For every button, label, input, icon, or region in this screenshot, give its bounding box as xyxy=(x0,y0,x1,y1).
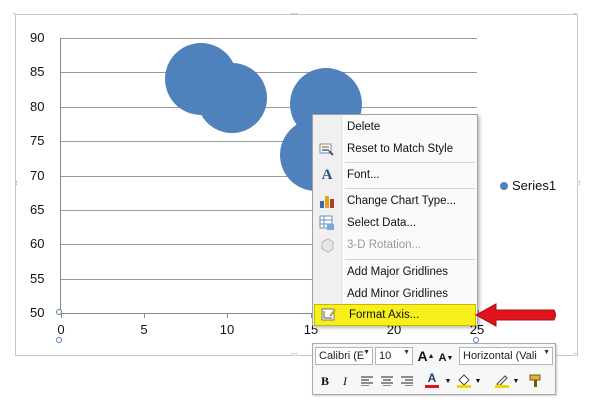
chart-type-icon xyxy=(313,190,341,212)
menu-item-label: Font... xyxy=(347,169,380,181)
top-resize-handle[interactable]: ···· xyxy=(290,10,298,18)
fill-color-button[interactable] xyxy=(455,372,473,390)
menu-item-label: Reset to Match Style xyxy=(347,143,454,155)
pen-icon xyxy=(495,375,509,388)
menu-item-label: Add Major Gridlines xyxy=(347,266,448,278)
legend-marker xyxy=(500,181,508,190)
menu-item-select-data[interactable]: Select Data... xyxy=(313,212,477,234)
align-left-icon xyxy=(361,376,373,386)
blank-icon xyxy=(313,261,341,283)
x-axis-tick-mark xyxy=(144,313,145,318)
font-color-swatch xyxy=(425,385,439,388)
bottom-resize-handle[interactable]: ···· xyxy=(290,350,298,358)
right-resize-handle[interactable]: ··· xyxy=(575,180,584,185)
shrink-font-icon: A xyxy=(438,352,447,364)
menu-item-3d-rotation[interactable]: 3-D Rotation... xyxy=(313,234,477,256)
grow-font-icon: A xyxy=(417,348,428,364)
bold-button[interactable]: B xyxy=(317,372,333,390)
grow-font-button[interactable]: A ▲ xyxy=(417,347,435,365)
menu-item-label: Format Axis... xyxy=(349,309,420,321)
alignment-value: Horizontal (Vali xyxy=(463,350,537,362)
outline-color-button[interactable] xyxy=(493,372,511,390)
y-axis-tick-label: 65 xyxy=(30,202,45,217)
menu-item-change-chart-type[interactable]: Change Chart Type... xyxy=(313,190,477,212)
x-axis-tick-mark xyxy=(61,313,62,318)
bold-icon: B xyxy=(320,373,329,388)
y-axis-tick-label: 75 xyxy=(30,133,45,148)
y-axis-tick-label: 90 xyxy=(30,30,45,45)
x-axis-tick-mark xyxy=(227,313,228,318)
data-bubble[interactable] xyxy=(197,63,268,134)
y-axis-tick-label: 55 xyxy=(30,271,45,286)
font-size-value: 10 xyxy=(379,350,392,362)
fill-bucket-icon xyxy=(457,374,471,388)
x-axis-tick-label: 10 xyxy=(219,322,235,337)
reset-style-icon xyxy=(313,138,341,160)
chevron-down-icon[interactable]: ▼ xyxy=(474,372,482,390)
y-axis-tick-label: 50 xyxy=(30,305,45,320)
font-size-combo[interactable]: 10 ▼ xyxy=(375,347,413,365)
rotation-icon xyxy=(313,234,341,256)
align-center-icon xyxy=(381,376,393,386)
align-center-button[interactable] xyxy=(379,372,395,390)
font-name-value: Calibri (E xyxy=(319,350,365,362)
menu-separator xyxy=(345,188,475,189)
menu-item-delete[interactable]: Delete xyxy=(313,116,477,138)
select-data-icon xyxy=(313,212,341,234)
y-axis-tick-label: 85 xyxy=(30,64,45,79)
chevron-down-icon[interactable]: ▼ xyxy=(543,349,550,356)
y-axis-tick-label: 60 xyxy=(30,236,45,251)
menu-item-label: Select Data... xyxy=(347,217,417,229)
bottom-right-resize-handle[interactable]: ·· xyxy=(573,350,577,358)
font-color-button[interactable]: A xyxy=(421,371,443,389)
y-axis-tick-label: 80 xyxy=(30,99,45,114)
blank-icon xyxy=(313,283,341,305)
menu-item-add-major-gridlines[interactable]: Add Major Gridlines xyxy=(313,261,477,283)
italic-button[interactable]: I xyxy=(337,372,353,390)
format-painter-icon xyxy=(529,374,541,387)
major-gridline[interactable] xyxy=(61,72,477,73)
menu-item-label: 3-D Rotation... xyxy=(347,239,422,251)
red-arrow-annotation xyxy=(474,303,556,327)
menu-item-format-axis[interactable]: Format Axis... xyxy=(314,304,476,326)
context-menu: Delete Reset to Match Style A Font... Ch… xyxy=(312,114,478,326)
menu-item-label: Add Minor Gridlines xyxy=(347,288,448,300)
top-right-resize-handle[interactable]: ·· xyxy=(573,10,577,18)
italic-icon: I xyxy=(343,373,347,388)
font-name-combo[interactable]: Calibri (E ▼ xyxy=(315,347,373,365)
align-left-button[interactable] xyxy=(359,372,375,390)
format-painter-button[interactable] xyxy=(527,372,545,390)
font-color-icon: A xyxy=(427,371,437,385)
shrink-font-button[interactable]: A ▼ xyxy=(437,349,455,367)
menu-item-font[interactable]: A Font... xyxy=(313,164,477,186)
chevron-down-icon[interactable]: ▼ xyxy=(403,349,410,356)
font-icon: A xyxy=(321,166,333,183)
format-axis-icon xyxy=(315,304,343,326)
top-left-resize-handle[interactable]: ·· xyxy=(12,10,16,18)
menu-item-reset-to-match-style[interactable]: Reset to Match Style xyxy=(313,138,477,160)
major-gridline[interactable] xyxy=(61,107,477,108)
chevron-down-icon[interactable]: ▼ xyxy=(444,372,452,390)
x-axis-tick-label: 0 xyxy=(57,322,65,337)
left-resize-handle[interactable]: ··· xyxy=(12,180,21,185)
menu-item-label: Delete xyxy=(347,121,381,133)
menu-separator xyxy=(345,259,475,260)
chevron-down-icon[interactable]: ▼ xyxy=(512,372,520,390)
align-right-button[interactable] xyxy=(399,372,415,390)
axis-selection-handle[interactable] xyxy=(56,337,62,343)
blank-icon xyxy=(313,116,341,138)
menu-separator xyxy=(345,162,475,163)
menu-item-add-minor-gridlines[interactable]: Add Minor Gridlines xyxy=(313,283,477,305)
menu-item-label: Change Chart Type... xyxy=(347,195,457,207)
legend[interactable]: Series1 xyxy=(500,178,556,193)
chevron-down-icon[interactable]: ▼ xyxy=(363,349,370,356)
y-axis-tick-label: 70 xyxy=(30,168,45,183)
mini-toolbar: Calibri (E ▼ 10 ▼ A ▲ A ▼ Horizontal (Vali… xyxy=(312,343,556,395)
legend-label: Series1 xyxy=(512,178,557,193)
alignment-combo[interactable]: Horizontal (Vali ▼ xyxy=(459,347,553,365)
x-axis-tick-label: 5 xyxy=(140,322,148,337)
align-right-icon xyxy=(401,376,413,386)
major-gridline[interactable] xyxy=(61,38,477,39)
